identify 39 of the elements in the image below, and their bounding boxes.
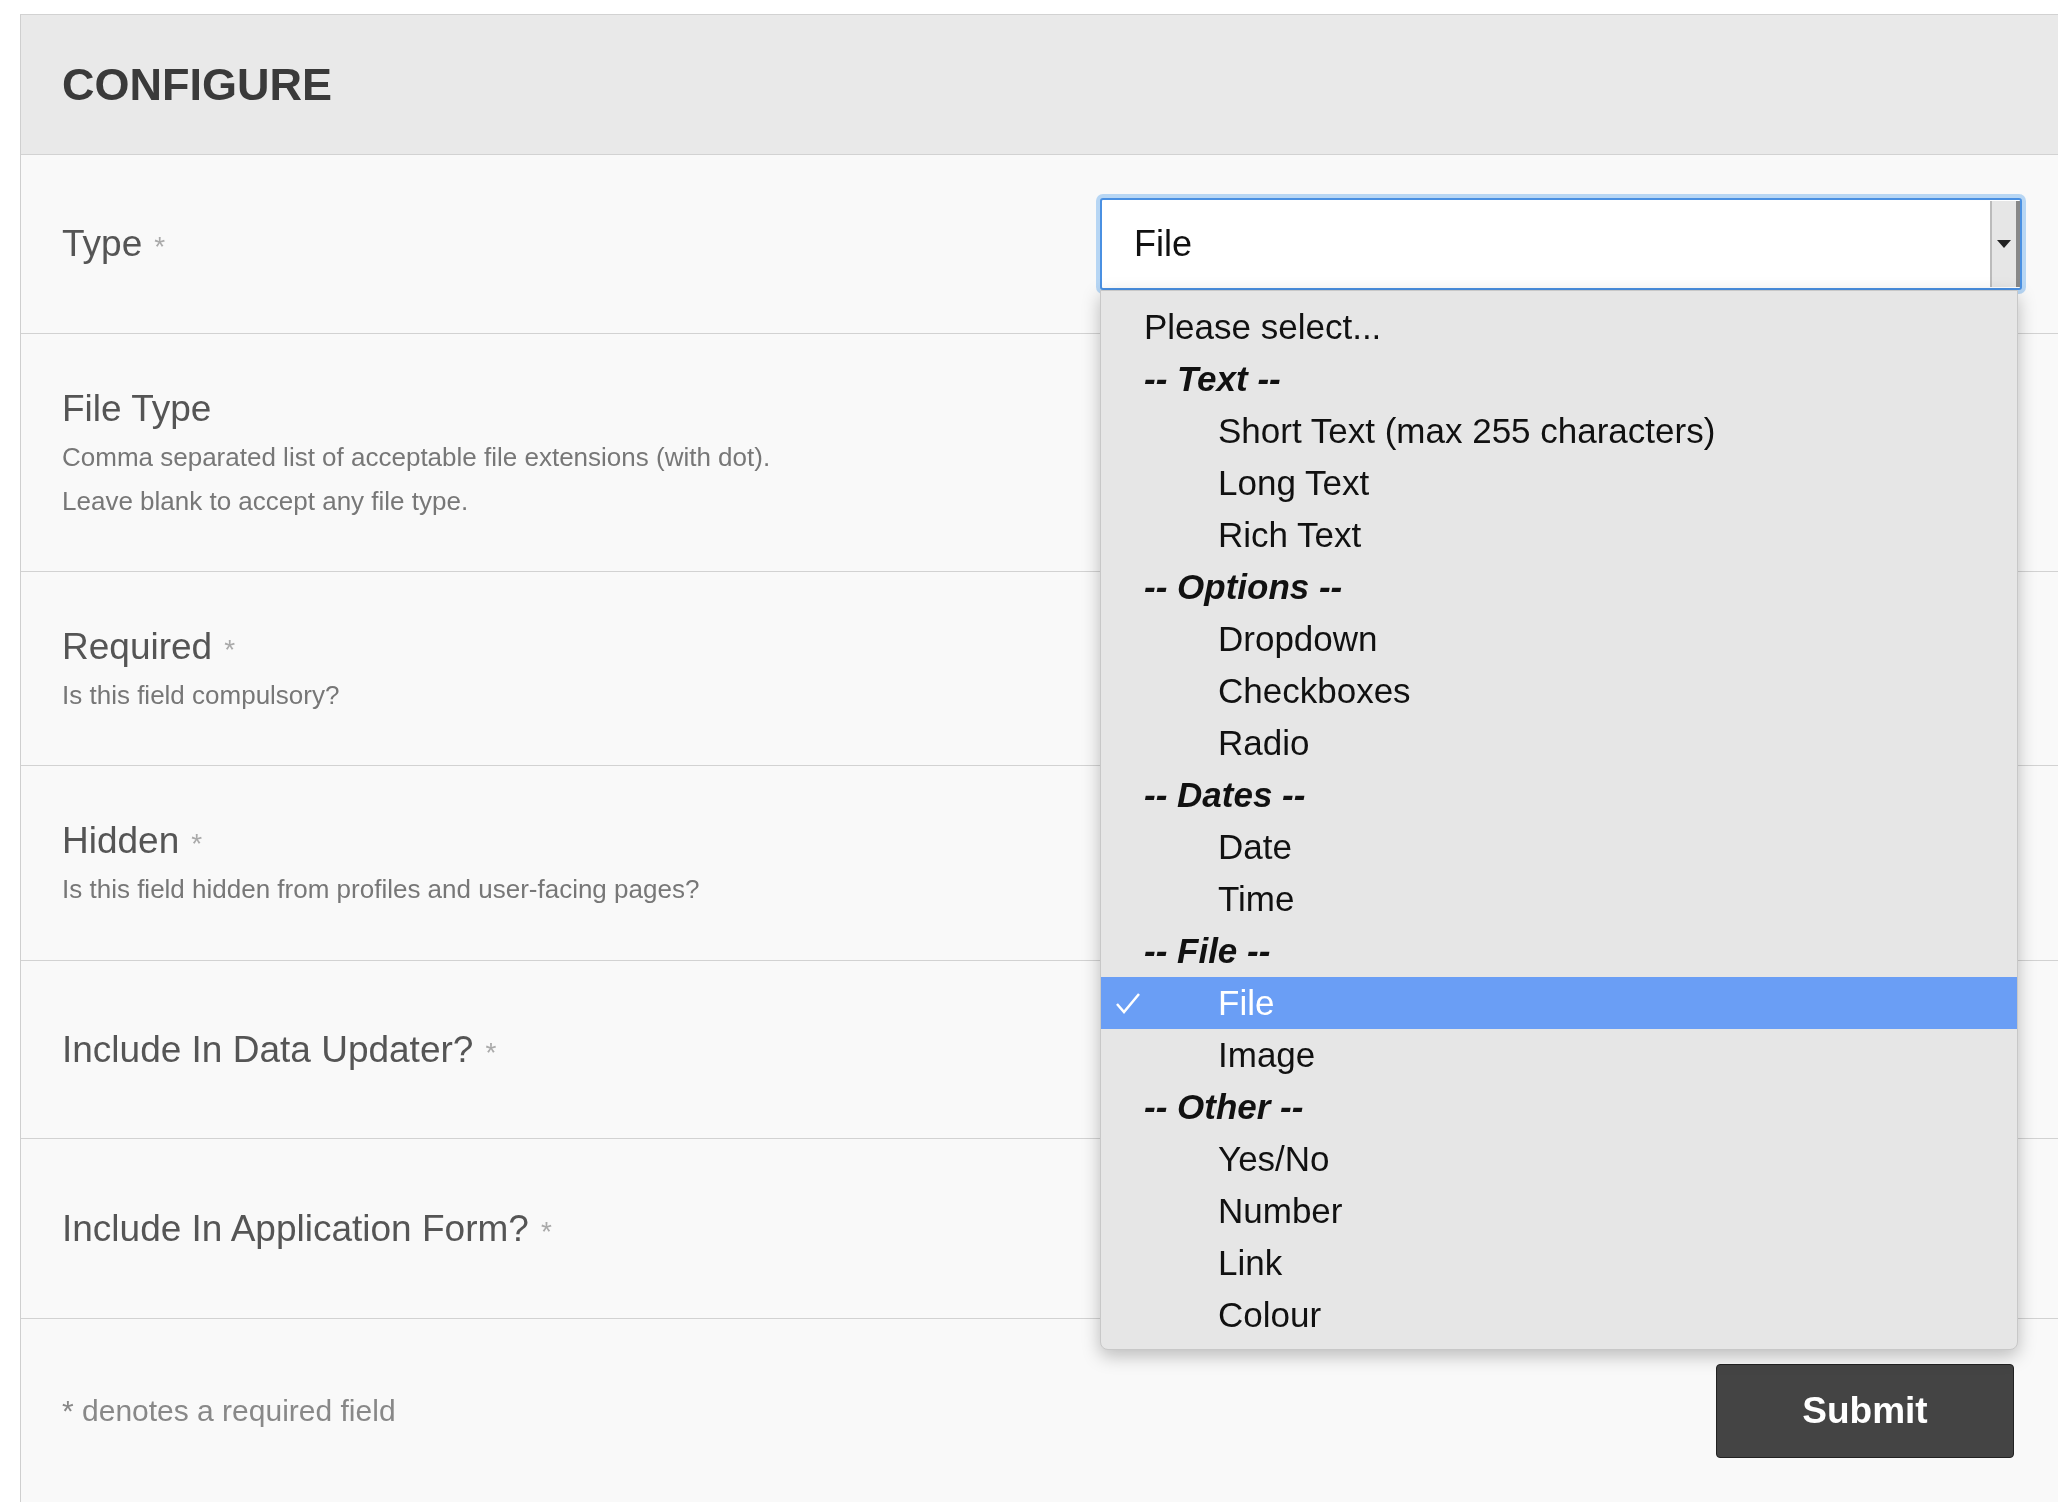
option-group-label: -- Options --: [1143, 566, 1344, 608]
field-description: Is this field compulsory?: [62, 678, 340, 712]
field-label: File Type: [62, 387, 212, 430]
option-group-label: -- Other --: [1143, 1086, 1305, 1128]
required-mark: *: [540, 1215, 552, 1248]
dropdown-option[interactable]: Dropdown: [1101, 613, 2017, 665]
required-mark: *: [485, 1036, 497, 1069]
field-label: Hidden: [62, 820, 180, 862]
dropdown-option[interactable]: Please select...: [1101, 301, 2017, 353]
option-group-label: -- Text --: [1143, 358, 1282, 400]
dropdown-option[interactable]: Radio: [1101, 717, 2017, 769]
required-mark: *: [154, 231, 166, 263]
dropdown-option[interactable]: Rich Text: [1101, 509, 2017, 561]
required-mark: *: [224, 633, 236, 666]
field-label: Include In Application Form?: [62, 1207, 529, 1250]
dropdown-option[interactable]: Checkboxes: [1101, 665, 2017, 717]
dropdown-option[interactable]: Colour: [1101, 1289, 2017, 1341]
field-description: Leave blank to accept any file type.: [62, 484, 470, 518]
dropdown-option[interactable]: Short Text (max 255 characters): [1101, 405, 2017, 457]
dropdown-option[interactable]: Link: [1101, 1237, 2017, 1289]
field-label: Required: [62, 625, 213, 668]
option-group-label: -- Dates --: [1143, 774, 1307, 816]
required-note: * denotes a required field: [62, 1394, 396, 1428]
section-title: CONFIGURE: [62, 58, 332, 111]
dropdown-option[interactable]: Number: [1101, 1185, 2017, 1237]
checkmark-icon: [1115, 992, 1141, 1014]
dropdown-option[interactable]: Long Text: [1101, 457, 2017, 509]
field-description: Is this field hidden from profiles and user-facing pages?: [62, 873, 700, 906]
field-description: Comma separated list of acceptable file extensions (with dot).: [62, 440, 771, 474]
dropdown-option[interactable]: Date: [1101, 821, 2017, 873]
option-group-label: -- File --: [1143, 930, 1272, 972]
dropdown-option[interactable]: Image: [1101, 1029, 2017, 1081]
required-mark: *: [191, 828, 203, 860]
field-label: Type: [62, 223, 143, 265]
dropdown-option[interactable]: Yes/No: [1101, 1133, 2017, 1185]
submit-button[interactable]: Submit: [1716, 1364, 2014, 1458]
caret-icon: [1997, 240, 2011, 248]
field-label: Include In Data Updater?: [62, 1028, 474, 1071]
dropdown-option[interactable]: Time: [1101, 873, 2017, 925]
